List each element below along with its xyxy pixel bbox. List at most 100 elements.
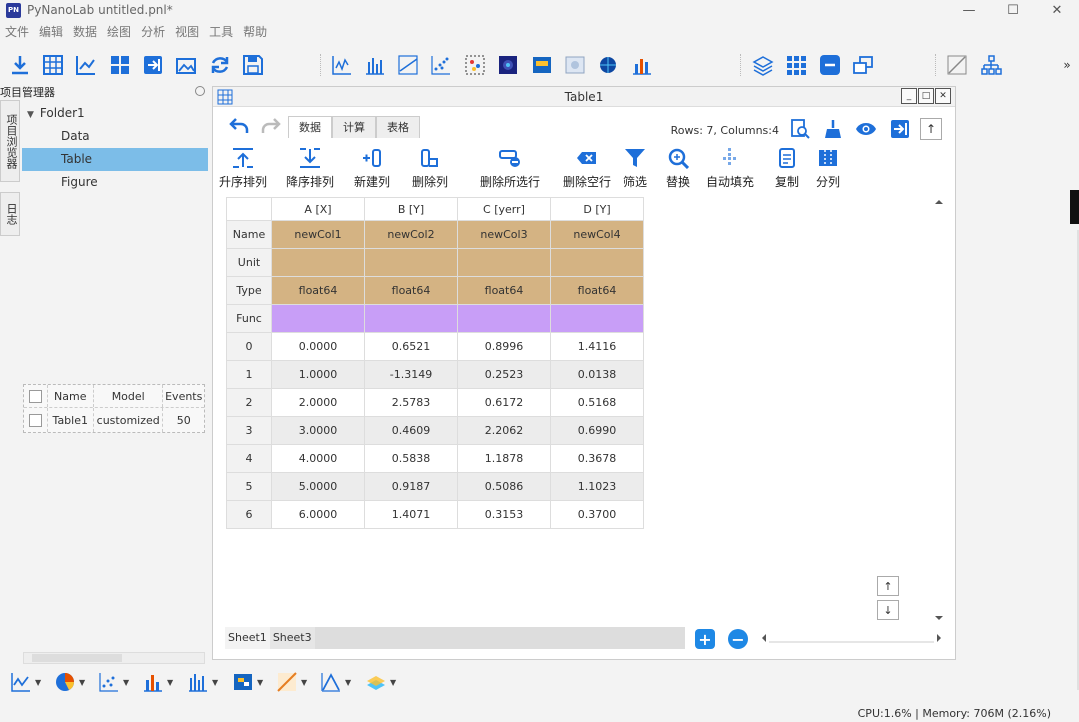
float-dock-icon[interactable]	[195, 86, 205, 96]
maximize-button[interactable]: ☐	[991, 0, 1035, 20]
image-blue-icon[interactable]	[529, 52, 555, 78]
eye-icon[interactable]	[855, 118, 877, 140]
bar-chart-icon[interactable]	[362, 52, 388, 78]
column-header-d[interactable]: D [Y]	[550, 197, 644, 221]
meta-cell[interactable]: newCol4	[550, 220, 644, 249]
data-cell[interactable]: 1.0000	[271, 360, 365, 389]
table-close-button[interactable]: ✕	[935, 88, 951, 104]
meta-cell[interactable]: newCol3	[457, 220, 551, 249]
export-icon[interactable]	[140, 52, 166, 78]
data-cell[interactable]: 0.0000	[271, 332, 365, 361]
tab-calc[interactable]: 计算	[332, 116, 376, 138]
peak-plot-dropdown[interactable]: ▼	[320, 671, 351, 693]
grid-icon[interactable]	[40, 52, 66, 78]
meta-cell[interactable]: float64	[364, 276, 458, 305]
data-cell[interactable]: 0.8996	[457, 332, 551, 361]
data-cell[interactable]: 1.1878	[457, 444, 551, 473]
sheet-tab-1[interactable]: Sheet1	[225, 627, 270, 649]
scroll-top-button[interactable]: ↑	[920, 118, 942, 140]
import-icon[interactable]	[7, 52, 33, 78]
row-index[interactable]: 1	[226, 360, 272, 389]
move-row-up-button[interactable]: ↑	[877, 576, 899, 596]
toolbar-overflow-button[interactable]: »	[1058, 52, 1076, 78]
split-column-button[interactable]: 分列	[803, 145, 853, 190]
data-cell[interactable]: 6.0000	[271, 500, 365, 529]
minimize-button[interactable]: —	[947, 0, 991, 20]
bar-plot-dropdown[interactable]: ▼	[142, 671, 173, 693]
mesh-icon[interactable]	[595, 52, 621, 78]
add-sheet-button[interactable]: +	[695, 629, 715, 649]
heatmap-dropdown[interactable]: ▼	[232, 671, 263, 693]
data-cell[interactable]: 0.6521	[364, 332, 458, 361]
data-cell[interactable]: 0.2523	[457, 360, 551, 389]
menu-plot[interactable]: 绘图	[102, 22, 136, 42]
meta-cell[interactable]: float64	[457, 276, 551, 305]
data-cell[interactable]: 0.6990	[550, 416, 644, 445]
plus-grid-icon[interactable]	[107, 52, 133, 78]
column-header-c[interactable]: C [yerr]	[457, 197, 551, 221]
table-maximize-button[interactable]: □	[918, 88, 934, 104]
data-cell[interactable]: 0.3153	[457, 500, 551, 529]
menu-analysis[interactable]: 分析	[136, 22, 170, 42]
gradient-plot-dropdown[interactable]: ▼	[276, 671, 307, 693]
data-cell[interactable]: 5.0000	[271, 472, 365, 501]
meta-cell[interactable]	[457, 248, 551, 277]
area-chart-icon[interactable]	[395, 52, 421, 78]
auto-fill-button[interactable]: 自动填充	[695, 145, 765, 190]
tree-icon[interactable]	[978, 52, 1004, 78]
data-cell[interactable]: 1.4071	[364, 500, 458, 529]
close-button[interactable]: ✕	[1035, 0, 1079, 20]
scatter-box-icon[interactable]	[462, 52, 488, 78]
meta-cell[interactable]	[364, 248, 458, 277]
broom-icon[interactable]	[822, 118, 844, 140]
vertical-scrollbar[interactable]	[933, 197, 945, 623]
table-minimize-button[interactable]: _	[901, 88, 917, 104]
delete-selected-rows-button[interactable]: 删除所选行	[470, 145, 550, 190]
windows-icon[interactable]	[850, 52, 876, 78]
export-table-icon[interactable]	[889, 118, 911, 140]
chevron-down-icon[interactable]: ▼	[27, 110, 34, 120]
scrollbar-thumb[interactable]	[32, 654, 122, 662]
line-chart-icon[interactable]	[329, 52, 355, 78]
func-cell[interactable]	[271, 304, 365, 333]
func-cell[interactable]	[550, 304, 644, 333]
data-cell[interactable]: 0.4609	[364, 416, 458, 445]
tree-item-figure[interactable]: Figure	[22, 171, 208, 194]
data-cell[interactable]: 1.4116	[550, 332, 644, 361]
tab-table[interactable]: 表格	[376, 116, 420, 138]
func-cell[interactable]	[364, 304, 458, 333]
redo-icon[interactable]	[261, 117, 281, 138]
data-cell[interactable]: 1.1023	[550, 472, 644, 501]
data-cell[interactable]: 0.5838	[364, 444, 458, 473]
layers-icon[interactable]	[750, 52, 776, 78]
row-index[interactable]: 0	[226, 332, 272, 361]
dots-grid-icon[interactable]	[783, 52, 809, 78]
bar-color-icon[interactable]	[629, 52, 655, 78]
move-row-down-button[interactable]: ↓	[877, 600, 899, 620]
tree-item-folder1[interactable]: ▼ Folder1	[22, 102, 208, 125]
tree-item-table[interactable]: Table	[22, 148, 208, 171]
meta-cell[interactable]	[271, 248, 365, 277]
menu-file[interactable]: 文件	[0, 22, 34, 42]
find-icon[interactable]	[789, 118, 811, 140]
heatmap-icon[interactable]	[495, 52, 521, 78]
data-cell[interactable]: 0.5086	[457, 472, 551, 501]
picture-icon[interactable]	[173, 52, 199, 78]
undo-icon[interactable]	[229, 117, 249, 138]
image-light-icon[interactable]	[562, 52, 588, 78]
data-cell[interactable]: -1.3149	[364, 360, 458, 389]
data-cell[interactable]: 0.5168	[550, 388, 644, 417]
select-all-checkbox[interactable]	[29, 389, 42, 403]
meta-cell[interactable]: newCol1	[271, 220, 365, 249]
refresh-icon[interactable]	[207, 52, 233, 78]
chart-eye-icon[interactable]	[73, 52, 99, 78]
data-cell[interactable]: 2.0000	[271, 388, 365, 417]
menu-data[interactable]: 数据	[68, 22, 102, 42]
tab-log[interactable]: 日志	[0, 192, 20, 236]
diagonal-icon[interactable]	[944, 52, 970, 78]
row-index[interactable]: 6	[226, 500, 272, 529]
menu-help[interactable]: 帮助	[238, 22, 272, 42]
data-cell[interactable]: 2.5783	[364, 388, 458, 417]
column-plot-dropdown[interactable]: ▼	[187, 671, 218, 693]
data-cell[interactable]: 0.3678	[550, 444, 644, 473]
